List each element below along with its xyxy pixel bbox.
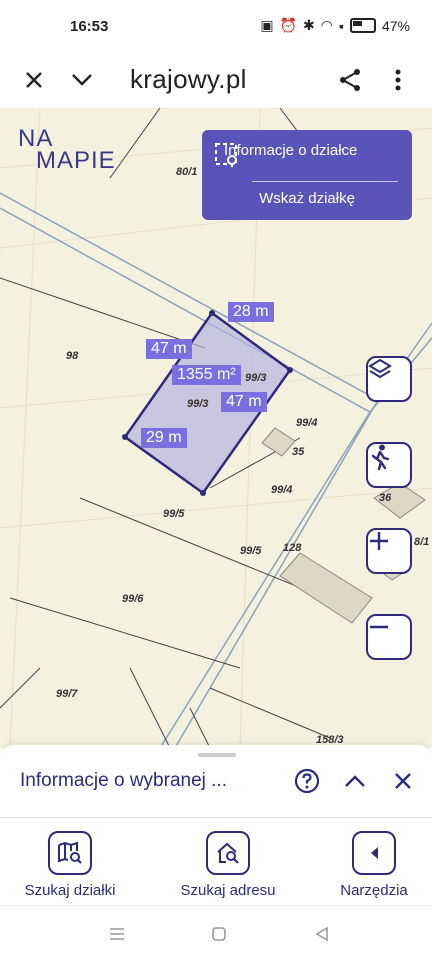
plot-label: 99/6 [122, 593, 144, 605]
search-address-button[interactable]: Szukaj adresu [158, 831, 298, 899]
status-time: 16:53 [70, 18, 109, 35]
home-icon[interactable] [209, 924, 229, 944]
plot-label: 99/4 [296, 417, 318, 429]
dimension-label-west: 47 m [146, 339, 192, 359]
sim-icon: ▪ [339, 17, 344, 34]
share-icon[interactable] [336, 66, 364, 94]
plot-label: 80/1 [176, 166, 198, 178]
divider [0, 817, 432, 818]
status-bar: 16:53 ▣ ⏰ ✱ ◠ ▪ 47% [0, 0, 432, 52]
divider [252, 181, 398, 182]
plot-label: 99/5 [163, 508, 185, 520]
na-mapie-logo: NA MAPIE [18, 125, 116, 174]
plot-label: 99/3 [187, 398, 209, 410]
nfc-icon: ▣ [260, 17, 274, 33]
area-label: 1355 m² [172, 365, 241, 385]
tools-button[interactable]: Narzędzia [304, 831, 432, 899]
layers-button[interactable] [366, 356, 412, 402]
sheet-title: Informacje o wybranej ... [20, 770, 227, 791]
bluetooth-icon: ✱ [303, 17, 315, 33]
browser-toolbar: krajowy.pl [0, 52, 432, 109]
system-nav-bar [0, 905, 432, 961]
plot-label: 99/7 [56, 688, 78, 700]
status-icons: ▣ ⏰ ✱ ◠ ▪ 47% [260, 17, 410, 34]
map-view[interactable]: 80/1 98 99/3 99/3 99/4 35 99/4 36 99/5 9… [0, 108, 432, 748]
plot-info-title: Informacje o działce [224, 142, 358, 159]
alarm-icon: ⏰ [279, 17, 298, 33]
plot-label: 128 [283, 542, 302, 554]
chevron-left-icon [352, 831, 396, 875]
plot-label: 35 [292, 446, 305, 458]
plot-info-panel: Informacje o działce Wskaż działkę [202, 130, 412, 220]
recent-apps-icon[interactable] [107, 924, 127, 944]
dimension-label-south: 29 m [141, 428, 187, 448]
tool-label: Szukaj adresu [180, 882, 276, 899]
close-sheet-icon[interactable] [389, 767, 417, 795]
close-icon[interactable] [20, 66, 48, 94]
wifi-icon: ◠ [320, 17, 333, 33]
dimension-label-north: 28 m [228, 302, 274, 322]
url-text[interactable]: krajowy.pl [130, 64, 247, 95]
bottom-sheet: Informacje o wybranej ... Szukaj działki… [0, 745, 432, 905]
chevron-up-icon[interactable] [341, 767, 369, 795]
tool-label: Narzędzia [340, 882, 408, 899]
home-search-icon [206, 831, 250, 875]
street-view-button[interactable] [366, 442, 412, 488]
plot-label: 8/1 [414, 536, 430, 548]
sheet-drag-handle[interactable] [198, 753, 236, 757]
plot-info-button[interactable]: Informacje o działce [214, 142, 358, 167]
plot-label: 99/4 [271, 484, 293, 496]
more-menu-icon[interactable] [384, 66, 412, 94]
plot-label: 98 [66, 350, 79, 362]
battery-icon [349, 18, 376, 33]
battery-percent: 47% [381, 17, 410, 34]
plot-label: 99/3 [245, 372, 267, 384]
select-plot-button[interactable]: Wskaż działkę [202, 190, 412, 207]
help-icon[interactable] [293, 767, 321, 795]
zoom-in-button[interactable] [366, 528, 412, 574]
map-search-icon [48, 831, 92, 875]
plot-label: 36 [379, 492, 392, 504]
back-icon[interactable] [312, 924, 332, 944]
zoom-out-button[interactable] [366, 614, 412, 660]
tool-label: Szukaj działki [24, 882, 116, 899]
dimension-label-east: 47 m [221, 392, 267, 412]
chevron-down-icon[interactable] [68, 66, 96, 94]
plot-label: 99/5 [240, 545, 262, 557]
search-plot-button[interactable]: Szukaj działki [0, 831, 140, 899]
